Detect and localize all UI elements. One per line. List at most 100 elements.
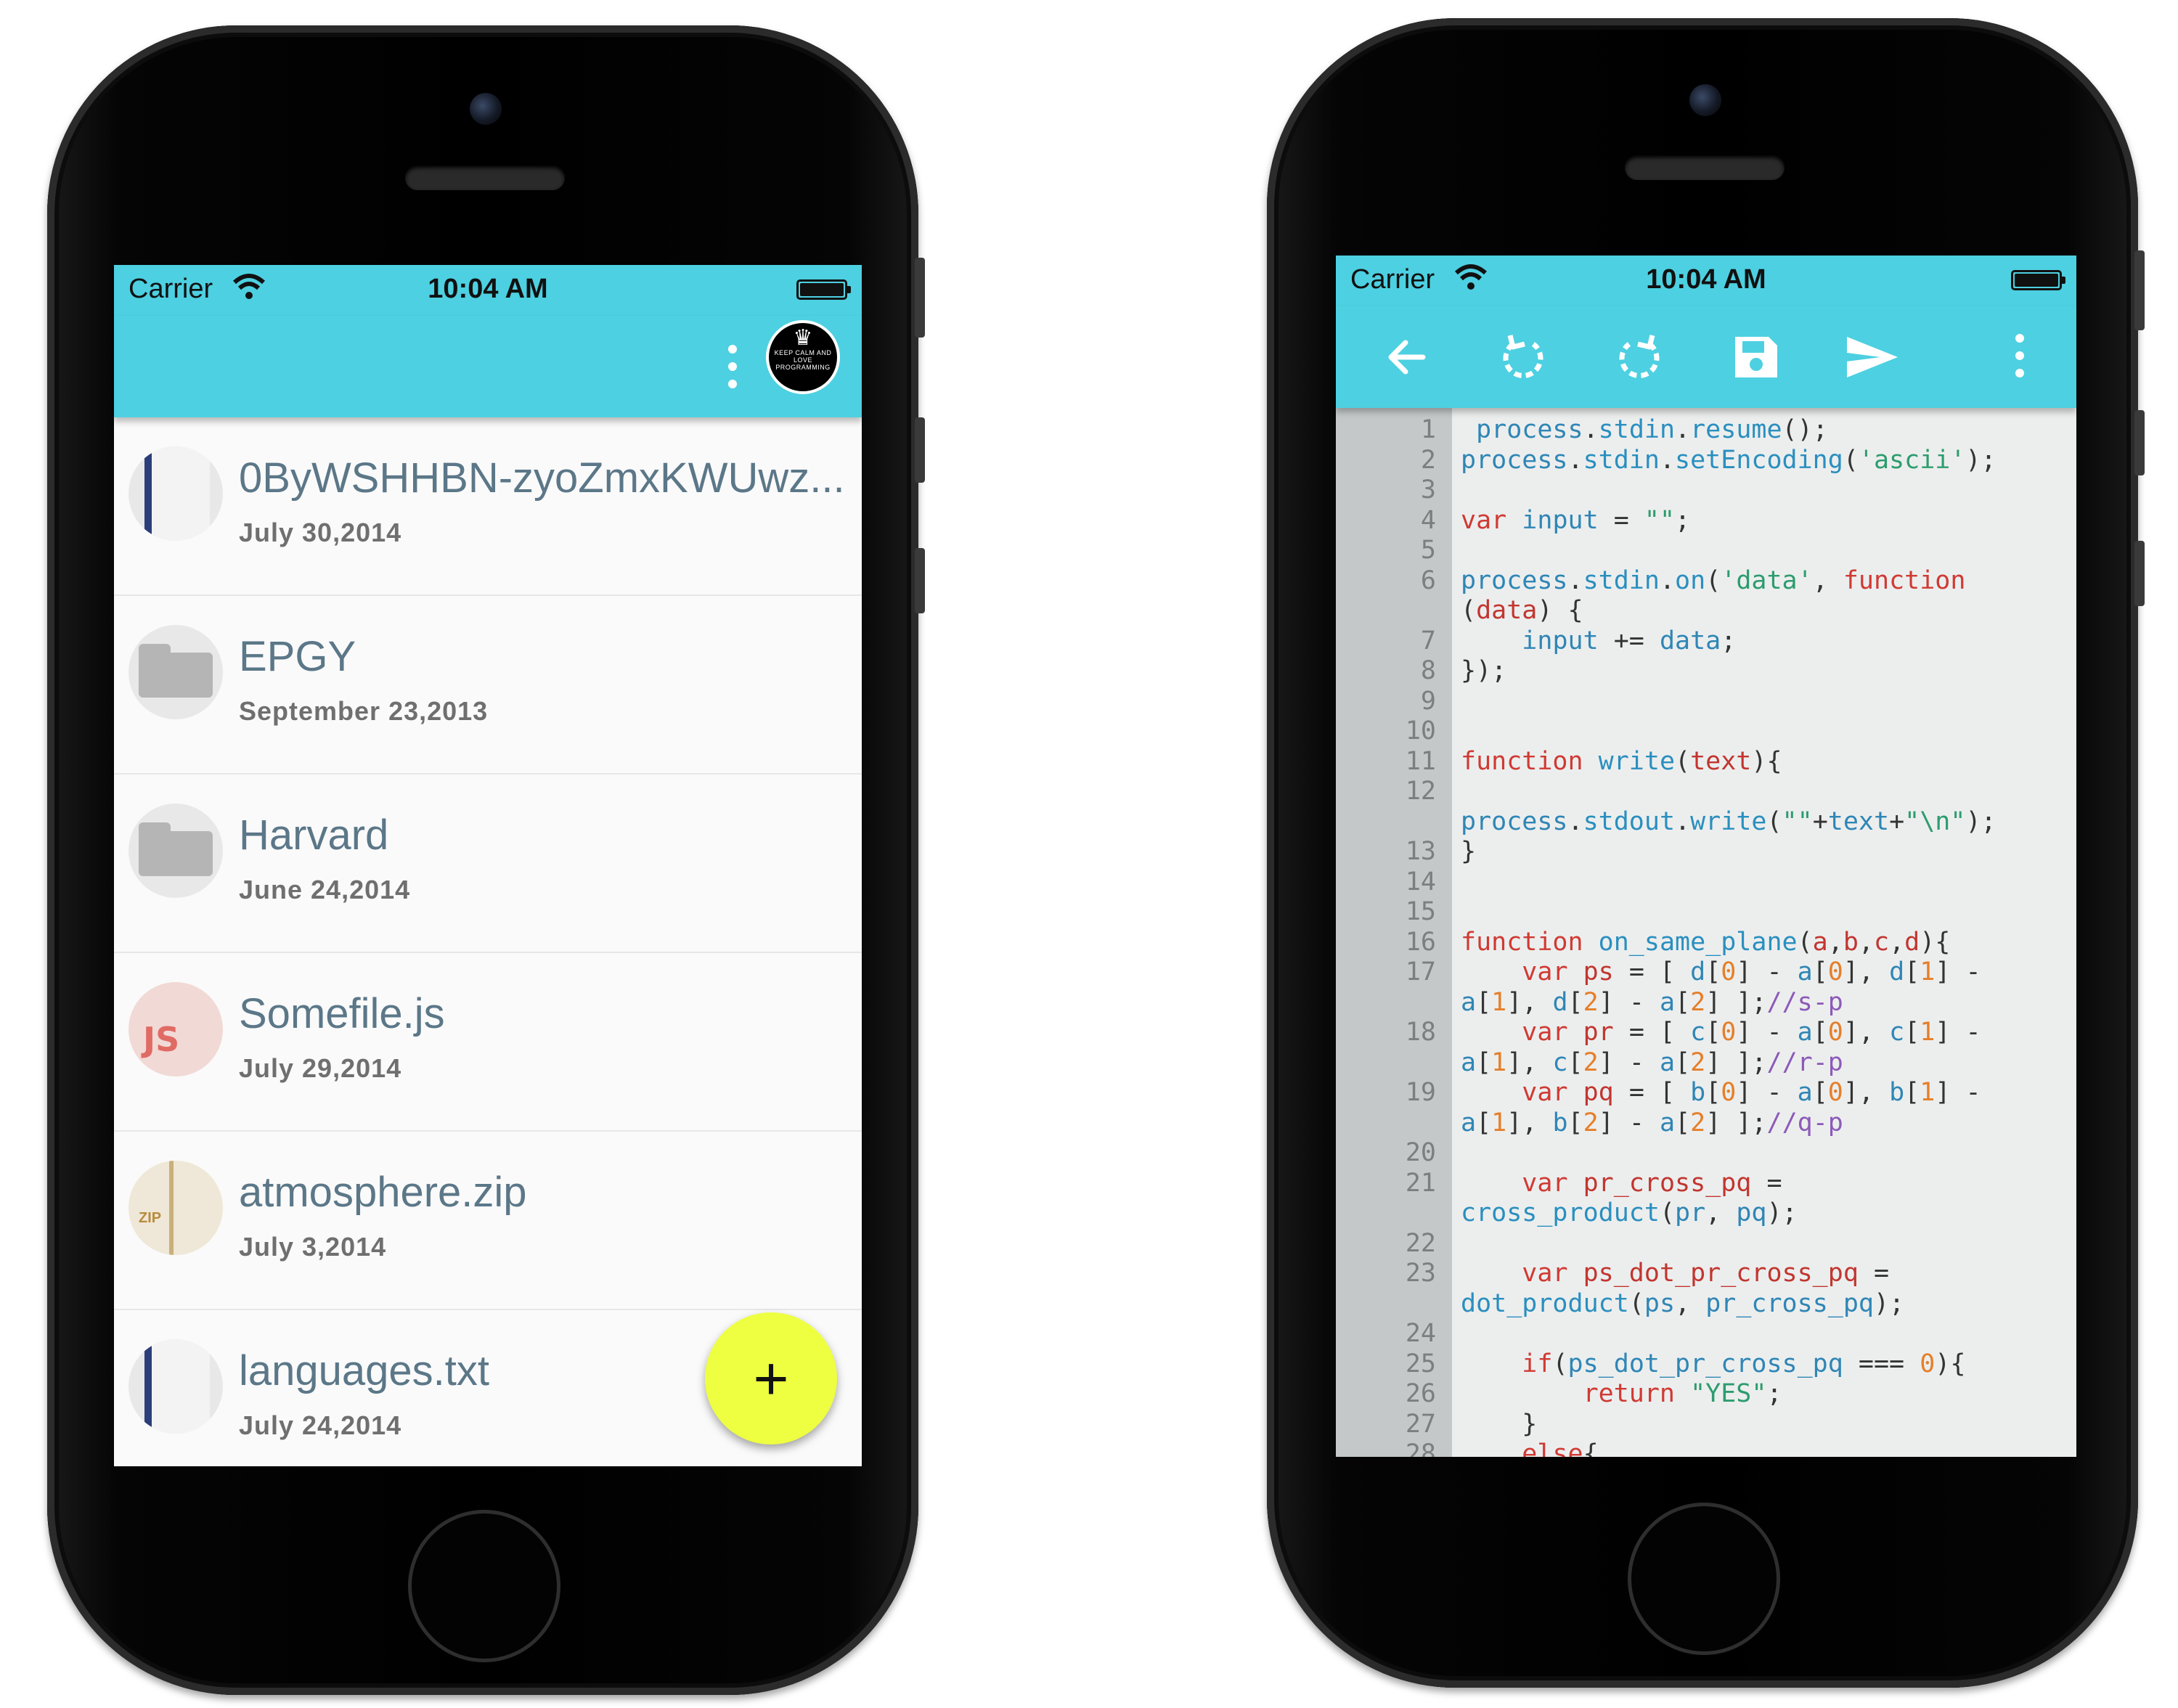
editor-toolbar [1336,306,2076,408]
file-date: June 24,2014 [239,875,411,904]
code-area[interactable]: 1 process.stdin.resume(); 2 process.stdin.… [1336,415,2076,1457]
code-line[interactable]: 5 [1336,536,2076,566]
list-item[interactable]: JS Somefile.js July 29,2014 [114,953,862,1132]
code-line[interactable]: 19 var pq = [ b[0] - a[0], b[1] - [1336,1078,2076,1108]
code-text: process.stdin.resume(); [1476,415,1828,444]
code-line[interactable]: dot_product(ps, pr_cross_pq); [1336,1289,2076,1320]
back-arrow-icon[interactable] [1372,322,1442,392]
code-line[interactable]: 23 var ps_dot_pr_cross_pq = [1336,1259,2076,1289]
list-item[interactable]: Harvard June 24,2014 [114,775,862,953]
code-line[interactable]: a[1], d[2] - a[2] ];//s-p [1336,988,2076,1018]
code-text: else{ [1522,1439,1599,1457]
code-line[interactable]: 21 var pr_cross_pq = [1336,1169,2076,1199]
code-line[interactable]: 18 var pr = [ c[0] - a[0], c[1] - [1336,1018,2076,1048]
code-line[interactable]: 25 if(ps_dot_pr_cross_pq === 0){ [1336,1349,2076,1380]
line-number: 8 [1420,656,1436,685]
code-line[interactable]: 24 [1336,1319,2076,1349]
zip-file-icon: ZIP [129,1161,223,1255]
code-text: cross_product(pr, pq); [1461,1198,1798,1227]
code-line[interactable]: 16 function on_same_plane(a,b,c,d){ [1336,928,2076,958]
code-line[interactable]: process.stdout.write(""+text+"\n"); [1336,807,2076,838]
send-icon[interactable] [1837,322,1906,392]
line-number: 28 [1405,1439,1436,1457]
list-item[interactable]: 0ByWSHHBN-zyoZmxKWUwz... July 30,2014 [114,417,862,596]
document-icon [129,1339,223,1434]
file-name: 0ByWSHHBN-zyoZmxKWUwz... [239,454,845,502]
file-browser-screen: Carrier 10:04 AM ♛ KEEP CALM AND LOVE PR… [114,265,862,1466]
front-camera [1689,84,1721,116]
file-date: July 29,2014 [239,1053,402,1083]
save-icon[interactable] [1721,322,1790,392]
more-vert-icon[interactable] [2015,334,2026,377]
line-number: 2 [1420,445,1436,475]
home-button[interactable] [408,1510,560,1662]
code-text: }); [1461,656,1507,685]
code-line[interactable]: 26 return "YES"; [1336,1379,2076,1410]
code-line[interactable]: 11 function write(text){ [1336,747,2076,777]
code-text: } [1461,837,1477,866]
home-button[interactable] [1628,1503,1780,1655]
code-line[interactable]: 20 [1336,1138,2076,1169]
code-text: var pq = [ b[0] - a[0], b[1] - [1522,1078,1981,1107]
code-line[interactable]: 10 [1336,716,2076,747]
code-line[interactable]: (data) { [1336,596,2076,626]
line-number: 16 [1405,927,1436,957]
code-line[interactable]: 3 [1336,475,2076,506]
code-text: var pr = [ c[0] - a[0], c[1] - [1522,1018,1981,1047]
code-line[interactable]: 28 else{ [1336,1439,2076,1457]
document-icon [129,446,223,541]
add-file-button[interactable]: + [705,1312,837,1445]
file-date: September 23,2013 [239,696,489,726]
code-line[interactable]: 15 [1336,897,2076,928]
code-line[interactable]: 8}); [1336,656,2076,687]
line-number: 23 [1405,1259,1436,1288]
clock: 10:04 AM [1646,264,1766,295]
folder-icon [129,625,223,719]
line-number: 1 [1420,415,1436,444]
code-line[interactable]: a[1], c[2] - a[2] ];//r-p [1336,1048,2076,1079]
code-line[interactable]: 17 var ps = [ d[0] - a[0], d[1] - [1336,957,2076,988]
code-line[interactable]: a[1], b[2] - a[2] ];//q-p [1336,1108,2076,1139]
code-text: function on_same_plane(a,b,c,d){ [1461,927,1951,957]
code-line[interactable]: 14 [1336,867,2076,898]
battery-icon [796,279,851,300]
line-number: 26 [1405,1379,1436,1408]
app-toolbar: ♛ KEEP CALM AND LOVE PROGRAMMING [114,316,862,417]
code-line[interactable]: 27 } [1336,1410,2076,1440]
code-line[interactable]: 7 input += data; [1336,626,2076,657]
earpiece-speaker [405,166,565,190]
crown-icon: ♛ [793,326,813,350]
code-line[interactable]: 1 process.stdin.resume(); [1336,415,2076,446]
zip-badge: ZIP [139,1210,162,1226]
code-text: var input = ""; [1461,505,1691,535]
code-line[interactable]: 13} [1336,837,2076,867]
undo-icon[interactable] [1488,322,1558,392]
code-line[interactable]: 9 [1336,687,2076,717]
code-line[interactable]: 6 process.stdin.on('data', function [1336,566,2076,597]
code-line[interactable]: 22 [1336,1229,2076,1259]
line-number: 14 [1405,867,1436,896]
earpiece-speaker [1625,155,1785,180]
code-text: function write(text){ [1461,746,1782,776]
overflow-menu-icon[interactable] [728,345,738,388]
redo-icon[interactable] [1604,322,1674,392]
code-line[interactable]: 12 [1336,777,2076,807]
code-line[interactable]: 4 var input = ""; [1336,506,2076,536]
code-line[interactable]: 2 process.stdin.setEncoding('ascii'); [1336,446,2076,476]
list-item[interactable]: ZIP atmosphere.zip July 3,2014 [114,1132,862,1310]
line-number: 18 [1405,1018,1436,1047]
list-item[interactable]: EPGY September 23,2013 [114,596,862,775]
avatar-motto: KEEP CALM AND LOVE PROGRAMMING [774,349,832,371]
code-line[interactable]: cross_product(pr, pq); [1336,1198,2076,1229]
avatar[interactable]: ♛ KEEP CALM AND LOVE PROGRAMMING [766,320,840,394]
code-editor[interactable]: 1 process.stdin.resume(); 2 process.stdin.… [1336,408,2076,1457]
line-number: 10 [1405,716,1436,745]
line-number: 5 [1420,536,1436,565]
